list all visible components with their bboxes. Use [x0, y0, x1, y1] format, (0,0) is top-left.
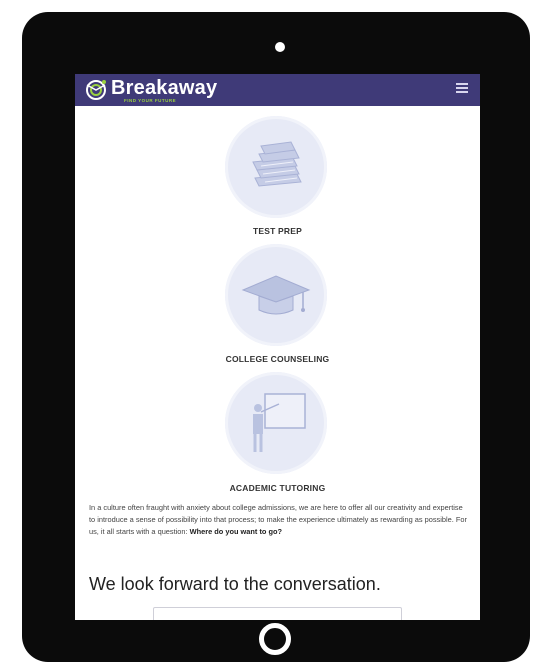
graduation-cap-icon	[241, 275, 311, 315]
logo-icon[interactable]	[84, 78, 108, 102]
brand-tagline: FIND YOUR FUTURE	[124, 98, 177, 103]
college-counseling-circle[interactable]	[225, 244, 327, 346]
web-page: Breakaway FIND YOUR FUTURE TEST PREP COL…	[75, 74, 480, 620]
home-button[interactable]	[259, 623, 291, 655]
contact-form-field[interactable]	[153, 607, 402, 620]
navbar: Breakaway FIND YOUR FUTURE	[75, 74, 480, 106]
camera-icon	[275, 42, 285, 52]
hamburger-menu-icon[interactable]	[456, 83, 468, 95]
teacher-board-icon	[253, 393, 306, 452]
brand-name[interactable]: Breakaway	[111, 77, 217, 100]
academic-tutoring-circle[interactable]	[225, 372, 327, 474]
intro-paragraph: In a culture often fraught with anxiety …	[89, 502, 467, 538]
cta-heading: We look forward to the conversation.	[89, 574, 381, 594]
intro-question: Where do you want to go?	[189, 527, 283, 536]
service-label-college-counseling[interactable]: COLLEGE COUNSELING	[75, 354, 480, 364]
books-icon	[252, 141, 302, 187]
service-label-test-prep[interactable]: TEST PREP	[75, 226, 480, 236]
test-prep-circle[interactable]	[225, 116, 327, 218]
service-label-academic-tutoring[interactable]: ACADEMIC TUTORING	[75, 483, 480, 493]
